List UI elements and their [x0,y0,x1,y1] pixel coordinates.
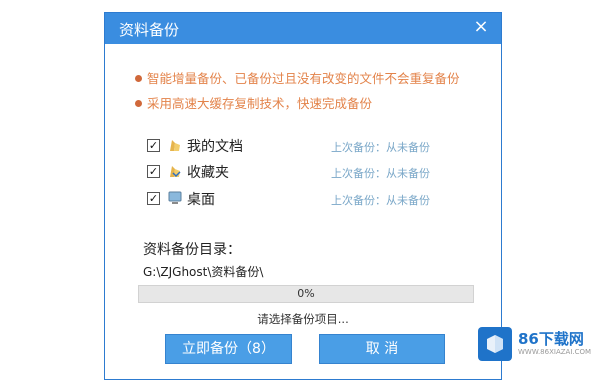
backup-dir-path: G:\ZJGhost\资料备份\ [143,265,264,279]
feature-item: 采用高速大缓存复制技术，快速完成备份 [135,93,372,112]
backup-now-button[interactable]: 立即备份（8） [165,334,292,364]
backup-item-desktop[interactable]: ✓ 桌面 上次备份：从未备份 [147,189,447,209]
bullet-icon [135,100,142,107]
backup-dialog: 资料备份 × 智能增量备份、已备份过且没有改变的文件不会重复备份 采用高速大缓存… [104,12,502,380]
backup-item-favorites[interactable]: ✓ 收藏夹 上次备份：从未备份 [147,162,447,182]
watermark-url: WWW.86XIAZAI.COM [518,348,592,356]
status-hint: 请选择备份项目... [257,312,349,326]
item-status: 上次备份：从未备份 [331,167,430,180]
item-status: 上次备份：从未备份 [331,194,430,207]
bullet-icon [135,75,142,82]
item-status: 上次备份：从未备份 [331,141,430,154]
cancel-button[interactable]: 取 消 [319,334,445,364]
logo-icon [478,327,512,361]
progress-text: 0% [297,287,315,300]
feature-text: 采用高速大缓存复制技术，快速完成备份 [147,96,373,111]
watermark-name: 86下载网 [518,330,584,348]
item-checkbox[interactable]: ✓ [147,192,160,205]
close-icon[interactable]: × [471,17,491,37]
title-bar: 资料备份 × [105,13,501,44]
item-checkbox[interactable]: ✓ [147,139,160,152]
item-name: 桌面 [187,192,215,208]
item-name: 我的文档 [187,139,243,155]
documents-folder-icon [170,140,180,151]
feature-item: 智能增量备份、已备份过且没有改变的文件不会重复备份 [135,68,460,87]
item-name: 收藏夹 [187,165,229,181]
backup-item-documents[interactable]: ✓ 我的文档 上次备份：从未备份 [147,136,447,156]
favorites-folder-icon [170,166,181,178]
site-watermark: 86下载网 WWW.86XIAZAI.COM [478,325,593,365]
item-checkbox[interactable]: ✓ [147,165,160,178]
desktop-icon [168,191,182,204]
progress-bar: 0% [138,285,474,303]
backup-dir-label: 资料备份目录： [143,242,241,258]
dialog-title: 资料备份 [119,21,180,39]
feature-text: 智能增量备份、已备份过且没有改变的文件不会重复备份 [147,71,460,86]
